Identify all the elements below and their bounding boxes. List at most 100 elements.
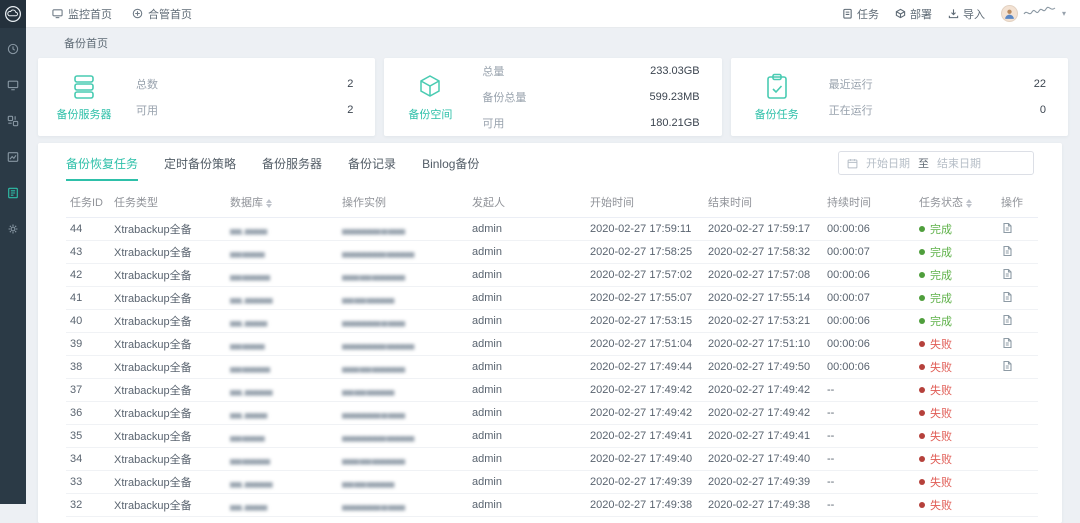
instances-icon[interactable] bbox=[7, 114, 20, 127]
row-actions bbox=[997, 494, 1038, 517]
main-panel: 备份恢复任务 定时备份策略 备份服务器 备份记录 Binlog备份 开始日期 至… bbox=[38, 143, 1062, 523]
instance-masked: ▄▄▄▄▄▄▄ ▄ ▄▄▄ bbox=[338, 494, 468, 517]
duration: -- bbox=[823, 379, 915, 402]
end-time: 2020-02-27 17:49:38 bbox=[704, 494, 823, 517]
chart-image-icon[interactable] bbox=[7, 150, 20, 163]
row-actions bbox=[997, 471, 1038, 494]
task-type: Xtrabackup全备 bbox=[110, 402, 226, 425]
tab[interactable]: 备份服务器 bbox=[262, 146, 322, 181]
table-row: 35 Xtrabackup全备 ▄▄ ▄▄▄▄ ▄▄▄▄▄▄▄▄ ▄▄▄▄▄ a… bbox=[66, 425, 1038, 448]
duration: -- bbox=[823, 494, 915, 517]
backup-icon[interactable] bbox=[7, 186, 20, 199]
column-header[interactable]: 结束时间 bbox=[704, 187, 823, 218]
dashboard-clock-icon[interactable] bbox=[7, 42, 20, 55]
card-label: 备份服务器 bbox=[57, 106, 112, 122]
summary-cards: 备份服务器 总数2 可用2 备份空间 总量233.03GB 备份总量599.23… bbox=[26, 58, 1080, 136]
log-file-icon[interactable] bbox=[1001, 337, 1013, 349]
table-row: 41 Xtrabackup全备 ▄▄_▄▄▄▄▄ ▄▄ ▄▄ ▄▄▄▄▄ adm… bbox=[66, 287, 1038, 310]
initiator: admin bbox=[468, 425, 586, 448]
start-time: 2020-02-27 17:49:38 bbox=[586, 494, 704, 517]
user-menu[interactable]: ▾ bbox=[1001, 5, 1066, 23]
app-logo[interactable] bbox=[0, 0, 26, 28]
cube-icon bbox=[415, 72, 445, 102]
row-actions bbox=[997, 425, 1038, 448]
task-type: Xtrabackup全备 bbox=[110, 356, 226, 379]
import-button[interactable]: 导入 bbox=[948, 6, 985, 22]
column-header[interactable]: 数据库 bbox=[226, 187, 338, 218]
tab[interactable]: 备份记录 bbox=[348, 146, 396, 181]
clipboard-check-icon bbox=[762, 72, 792, 102]
instance-masked: ▄▄▄ ▄▄ ▄▄▄▄▄▄ bbox=[338, 356, 468, 379]
instance-masked: ▄▄▄▄▄▄▄ ▄ ▄▄▄ bbox=[338, 310, 468, 333]
start-time: 2020-02-27 17:49:41 bbox=[586, 425, 704, 448]
start-time: 2020-02-27 17:49:42 bbox=[586, 402, 704, 425]
initiator: admin bbox=[468, 471, 586, 494]
table-row: 44 Xtrabackup全备 ▄▄_▄▄▄▄ ▄▄▄▄▄▄▄ ▄ ▄▄▄ ad… bbox=[66, 218, 1038, 241]
column-header[interactable]: 任务ID bbox=[66, 187, 110, 218]
status-badge: 失败 bbox=[915, 425, 997, 448]
sort-caret-icon[interactable] bbox=[266, 199, 272, 208]
database-name-masked: ▄▄_▄▄▄▄▄ bbox=[226, 287, 338, 310]
duration: -- bbox=[823, 471, 915, 494]
end-time: 2020-02-27 17:49:41 bbox=[704, 425, 823, 448]
nav-mgmt-home[interactable]: 合管首页 bbox=[132, 6, 192, 22]
stat-value: 2 bbox=[347, 104, 353, 116]
gear-icon[interactable] bbox=[7, 222, 20, 235]
log-file-icon[interactable] bbox=[1001, 291, 1013, 303]
column-header[interactable]: 持续时间 bbox=[823, 187, 915, 218]
deploy-icon bbox=[895, 8, 906, 19]
start-time: 2020-02-27 17:49:44 bbox=[586, 356, 704, 379]
database-name-masked: ▄▄_▄▄▄▄ bbox=[226, 494, 338, 517]
tasks-icon bbox=[842, 8, 853, 19]
calendar-icon bbox=[847, 158, 858, 169]
log-file-icon[interactable] bbox=[1001, 268, 1013, 280]
duration: -- bbox=[823, 425, 915, 448]
log-file-icon[interactable] bbox=[1001, 360, 1013, 372]
stat-value: 2 bbox=[347, 78, 353, 90]
stat-label: 总数 bbox=[136, 76, 158, 92]
nav-monitor-home[interactable]: 监控首页 bbox=[52, 6, 112, 22]
column-header[interactable]: 任务类型 bbox=[110, 187, 226, 218]
row-actions bbox=[997, 287, 1038, 310]
log-file-icon[interactable] bbox=[1001, 314, 1013, 326]
instance-masked: ▄▄▄▄▄▄▄▄ ▄▄▄▄▄ bbox=[338, 425, 468, 448]
stat-label: 总量 bbox=[482, 63, 504, 79]
tab[interactable]: 定时备份策略 bbox=[164, 146, 236, 181]
import-icon bbox=[948, 8, 959, 19]
log-file-icon[interactable] bbox=[1001, 245, 1013, 257]
column-header[interactable]: 操作 bbox=[997, 187, 1038, 218]
status-badge: 完成 bbox=[915, 264, 997, 287]
tab[interactable]: 备份恢复任务 bbox=[66, 146, 138, 181]
status-badge: 完成 bbox=[915, 287, 997, 310]
column-header[interactable]: 操作实例 bbox=[338, 187, 468, 218]
date-separator: 至 bbox=[918, 155, 929, 171]
task-type: Xtrabackup全备 bbox=[110, 218, 226, 241]
sort-caret-icon[interactable] bbox=[966, 199, 972, 208]
end-time: 2020-02-27 17:49:39 bbox=[704, 471, 823, 494]
initiator: admin bbox=[468, 218, 586, 241]
task-type: Xtrabackup全备 bbox=[110, 425, 226, 448]
row-actions bbox=[997, 264, 1038, 287]
task-id: 33 bbox=[66, 471, 110, 494]
deploy-button[interactable]: 部署 bbox=[895, 6, 932, 22]
duration: 00:00:06 bbox=[823, 333, 915, 356]
instance-masked: ▄▄▄▄▄▄▄▄ ▄▄▄▄▄ bbox=[338, 333, 468, 356]
tasks-button[interactable]: 任务 bbox=[842, 6, 879, 22]
tab[interactable]: Binlog备份 bbox=[422, 146, 479, 181]
date-range-picker[interactable]: 开始日期 至 结束日期 bbox=[838, 151, 1034, 175]
instance-masked: ▄▄ ▄▄ ▄▄▄▄▄ bbox=[338, 287, 468, 310]
column-header[interactable]: 开始时间 bbox=[586, 187, 704, 218]
task-id: 34 bbox=[66, 448, 110, 471]
column-header[interactable]: 任务状态 bbox=[915, 187, 997, 218]
monitor-icon[interactable] bbox=[7, 78, 20, 91]
column-header[interactable]: 发起人 bbox=[468, 187, 586, 218]
table-row: 33 Xtrabackup全备 ▄▄_▄▄▄▄▄ ▄▄ ▄▄ ▄▄▄▄▄ adm… bbox=[66, 471, 1038, 494]
card-label: 备份空间 bbox=[408, 106, 452, 122]
log-file-icon[interactable] bbox=[1001, 222, 1013, 234]
start-date-placeholder: 开始日期 bbox=[866, 155, 910, 171]
duration: 00:00:06 bbox=[823, 310, 915, 333]
row-actions bbox=[997, 379, 1038, 402]
task-id: 39 bbox=[66, 333, 110, 356]
row-actions bbox=[997, 356, 1038, 379]
chevron-down-icon: ▾ bbox=[1062, 9, 1066, 18]
